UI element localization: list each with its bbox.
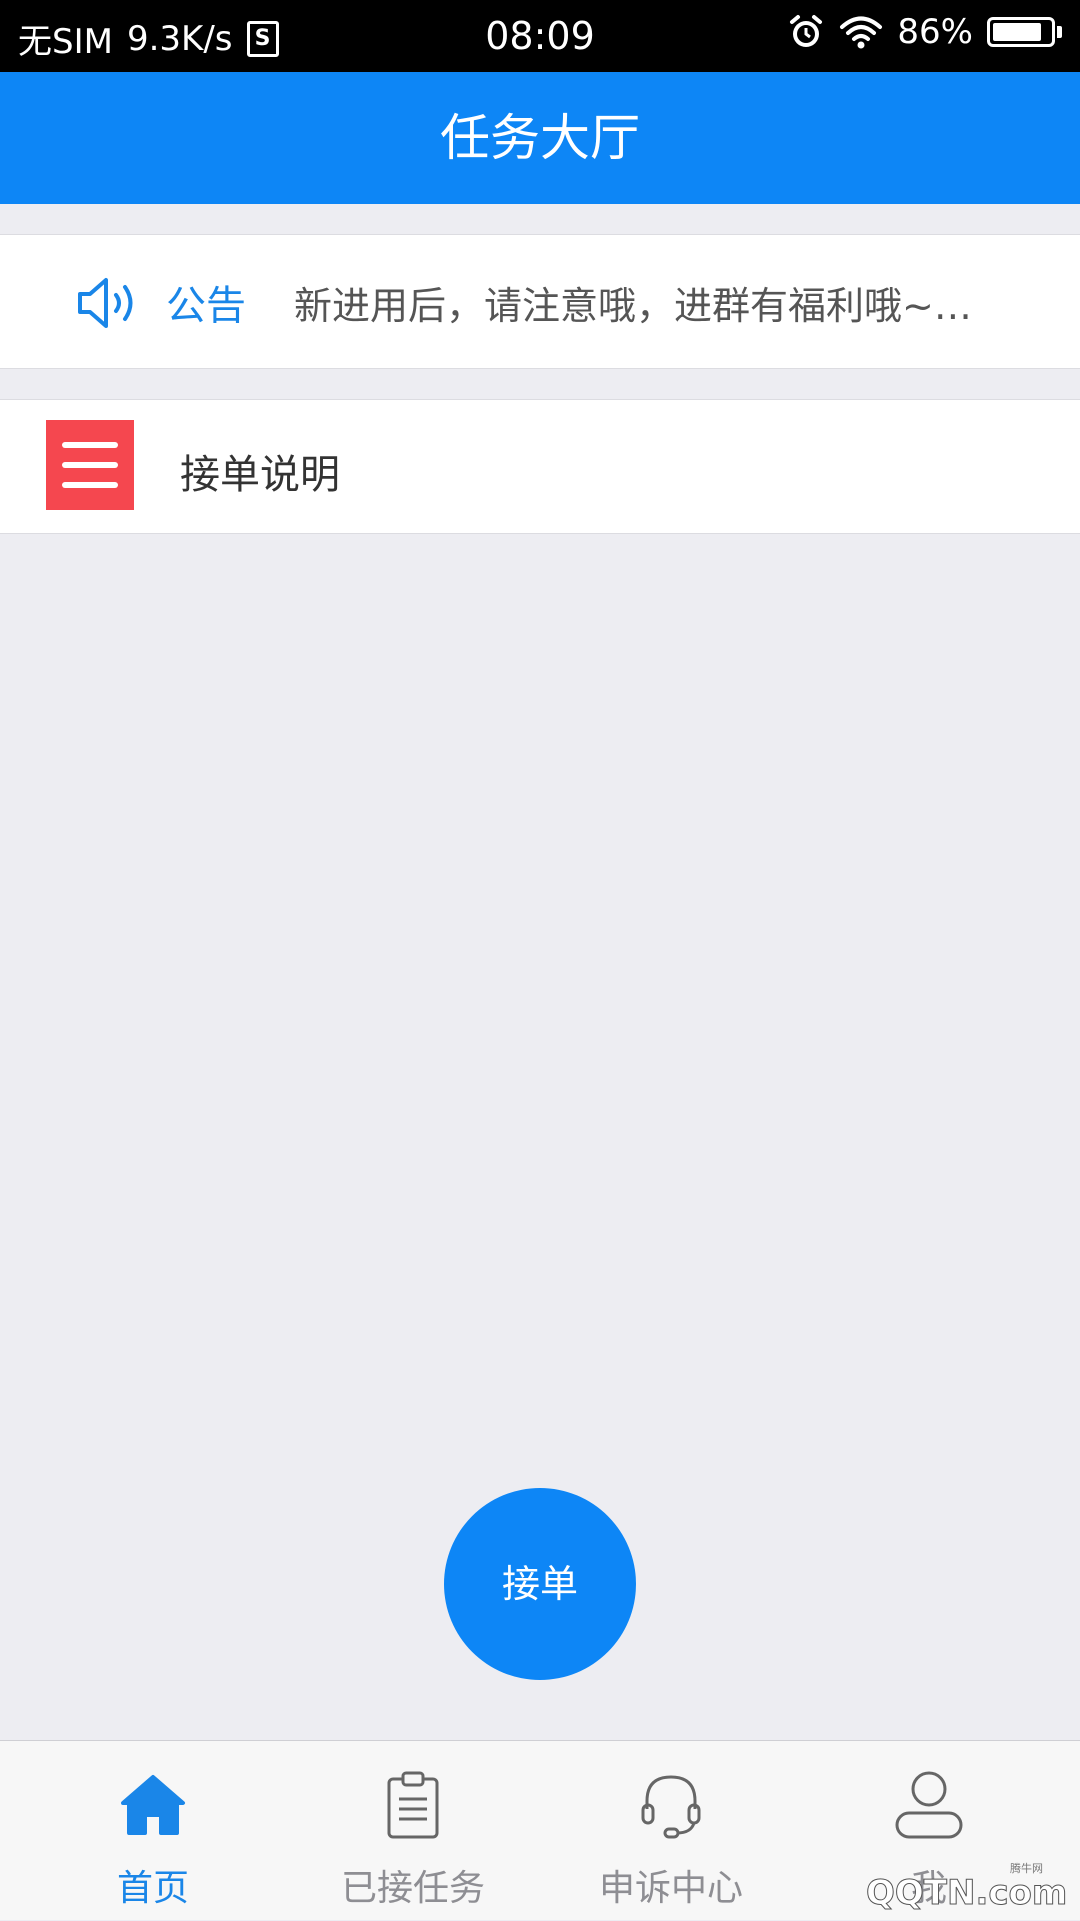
tab-home-label: 首页 bbox=[116, 1868, 189, 1909]
speaker-icon bbox=[78, 278, 133, 328]
battery-icon bbox=[987, 17, 1062, 47]
order-instructions-item[interactable]: 接单说明 bbox=[0, 399, 1080, 534]
status-bar: 无SIM 9.3K/s S 08:09 86% bbox=[0, 0, 1080, 72]
wifi-icon bbox=[840, 16, 883, 49]
status-right: 86% bbox=[787, 12, 1062, 52]
order-instructions-label: 接单说明 bbox=[180, 452, 340, 498]
notice-bar[interactable]: 公告 新进用后，请注意哦，进群有福利哦~… bbox=[0, 234, 1080, 369]
notice-text: 新进用后，请注意哦，进群有福利哦~… bbox=[294, 284, 972, 328]
accept-order-button[interactable]: 接单 bbox=[444, 1488, 636, 1680]
tab-accepted-tasks[interactable]: 已接任务 bbox=[278, 1741, 548, 1921]
nav-bar: 任务大厅 bbox=[0, 72, 1080, 204]
headset-icon bbox=[641, 1775, 701, 1839]
alarm-icon bbox=[790, 15, 823, 47]
user-icon bbox=[895, 1771, 963, 1839]
watermark-logo: 腾牛网 QQTN.com bbox=[866, 1861, 1068, 1914]
home-icon bbox=[121, 1775, 185, 1835]
notice-label: 公告 bbox=[166, 283, 246, 329]
tab-appeal-center-label: 申诉中心 bbox=[598, 1868, 743, 1909]
clipboard-icon bbox=[387, 1771, 439, 1839]
page-title: 任务大厅 bbox=[440, 109, 640, 167]
battery-percent: 86% bbox=[897, 12, 973, 52]
tab-accepted-tasks-label: 已接任务 bbox=[340, 1868, 485, 1909]
tab-home[interactable]: 首页 bbox=[18, 1741, 288, 1921]
watermark-text: QQTN.com bbox=[866, 1873, 1067, 1913]
tab-appeal-center[interactable]: 申诉中心 bbox=[536, 1741, 806, 1921]
menu-icon bbox=[46, 420, 134, 510]
